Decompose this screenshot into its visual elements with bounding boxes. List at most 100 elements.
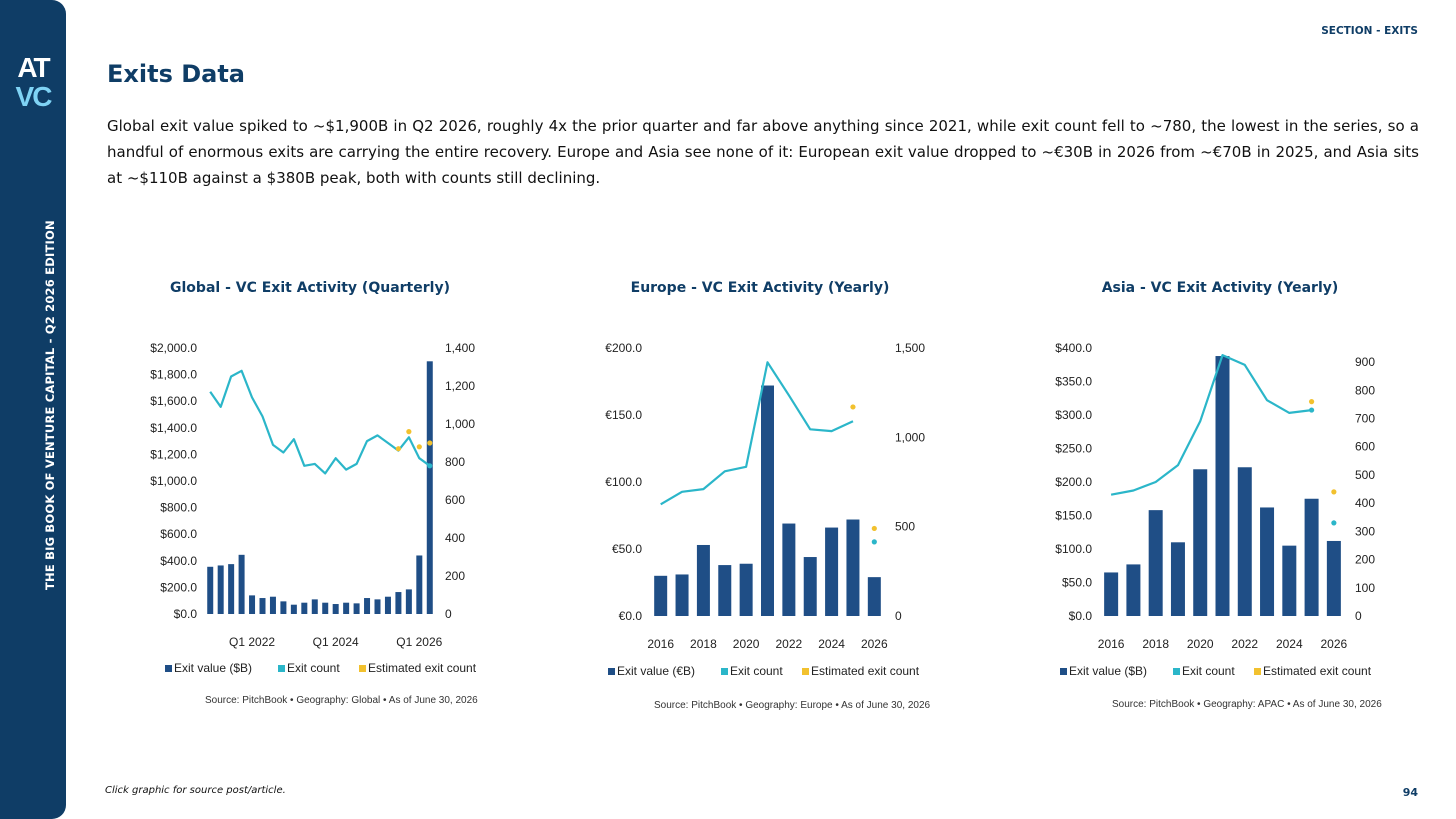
legend-label: Exit count (1182, 664, 1235, 678)
x-axis-tick-label: 2024 (1276, 637, 1303, 651)
left-axis-tick-label: $300.0 (1055, 408, 1092, 422)
exit-value-bar (803, 557, 817, 616)
exit-value-bar (1104, 572, 1119, 616)
exit-count-line (209, 369, 431, 475)
exit-value-bar (311, 599, 318, 614)
sidebar-edition-label: THE BIG BOOK OF VENTURE CAPITAL - Q2 202… (43, 220, 57, 590)
exit-value-bar (675, 574, 689, 616)
left-axis-tick-label: $50.0 (1062, 576, 1092, 590)
exit-value-bar (405, 589, 412, 614)
estimated-exit-count-point (406, 429, 412, 435)
x-axis-tick-label: Q1 2024 (313, 635, 359, 649)
estimated-exit-count-point (871, 525, 877, 532)
chart-title-asia: Asia - VC Exit Activity (Yearly) (1101, 280, 1339, 296)
right-axis-tick-label: 300 (1355, 524, 1375, 538)
exit-value-bar (1237, 467, 1252, 616)
section-label: SECTION - EXITS (1321, 25, 1418, 37)
legend-label: Exit value ($B) (1069, 664, 1147, 678)
right-axis-tick-label: 1,500 (895, 341, 925, 355)
x-axis-tick-label: 2018 (690, 637, 717, 651)
x-axis-tick-label: 2022 (776, 637, 803, 651)
legend-label: Estimated exit count (368, 661, 477, 675)
left-axis-tick-label: €150.0 (605, 408, 642, 422)
chart-asia[interactable]: $0.0 $50.0 $100.0 $150.0 $200.0 $250.0 $300.0 $… (1010, 330, 1430, 720)
right-axis-tick-label: 600 (445, 493, 465, 507)
exit-value-bar (1170, 542, 1185, 616)
legend-label: Exit count (287, 661, 340, 675)
right-axis-tick-label: 800 (445, 455, 465, 469)
right-axis-tick-label: 900 (1355, 355, 1375, 369)
legend-swatch (1254, 668, 1261, 675)
exit-count-line (1110, 354, 1312, 496)
legend-label: Estimated exit count (811, 664, 920, 678)
legend-swatch (278, 665, 285, 672)
exit-value-bar (374, 599, 381, 614)
left-axis-tick-label: €50.0 (612, 542, 642, 556)
exit-value-bar (761, 385, 774, 616)
chart-global[interactable]: $0.0 $200.0 $400.0 $600.0 $800.0 $1,000.0 $1,2… (110, 330, 510, 720)
left-axis-tick-label: $1,000.0 (150, 474, 197, 488)
right-axis-tick-label: 200 (1355, 553, 1375, 567)
exit-value-bar (426, 361, 433, 614)
exit-value-bar (825, 527, 839, 616)
exit-value-bar (1304, 498, 1319, 616)
chart-source-note: Source: PitchBook • Geography: Europe • … (654, 700, 931, 711)
left-axis-tick-label: $1,600.0 (150, 394, 197, 408)
exit-value-bar (1148, 510, 1163, 616)
right-axis-tick-label: 1,000 (895, 430, 925, 444)
exit-value-bar (332, 604, 339, 614)
exit-value-bar (290, 604, 297, 614)
x-axis-tick-label: 2016 (1098, 637, 1125, 651)
atvc-logo-icon[interactable]: AT VC (0, 50, 66, 112)
right-axis-tick-label: 1,200 (445, 379, 475, 393)
right-axis-tick-label: 0 (445, 607, 452, 621)
left-axis-tick-label: $0.0 (174, 607, 198, 621)
exit-value-bar (867, 577, 881, 616)
exit-value-bar (238, 554, 245, 614)
exit-value-bar (269, 596, 276, 614)
left-axis-tick-label: €100.0 (605, 475, 642, 489)
exit-value-bar (384, 596, 391, 614)
estimated-exit-count-point (416, 444, 422, 450)
right-axis-tick-label: 800 (1355, 383, 1375, 397)
x-axis-tick-label: 2022 (1231, 637, 1258, 651)
exit-value-bar (416, 555, 423, 614)
source-footnote-link[interactable]: Click graphic for source post/article. (105, 785, 286, 796)
exit-count-line (660, 361, 854, 506)
exit-value-bar (322, 602, 329, 614)
exit-value-bar (249, 595, 256, 614)
estimated-exit-count-point (395, 446, 402, 452)
x-axis-tick-label: 2024 (818, 637, 845, 651)
right-axis-tick-label: 700 (1355, 412, 1375, 426)
logo-top-text: AT (17, 52, 50, 83)
exit-value-bar (280, 601, 287, 614)
estimated-exit-count-point (850, 404, 856, 410)
estimated-exit-count-point (1308, 399, 1315, 405)
exit-value-bar (782, 523, 796, 616)
exit-value-bar (1326, 540, 1341, 616)
left-axis-tick-label: $1,400.0 (150, 421, 197, 435)
exit-value-bar (395, 592, 402, 614)
exit-value-bar (718, 565, 732, 616)
exit-value-bar (301, 602, 308, 614)
right-axis-tick-label: 0 (1355, 609, 1362, 623)
exit-value-bar (259, 598, 266, 614)
left-axis-tick-label: $350.0 (1055, 375, 1092, 389)
page-description: Global exit value spiked to ~$1,900B in … (107, 117, 1419, 187)
left-axis-tick-label: $0.0 (1069, 609, 1093, 623)
x-axis-tick-label: 2026 (861, 637, 888, 651)
x-axis-tick-label: 2020 (733, 637, 760, 651)
legend-label: Estimated exit count (1263, 664, 1372, 678)
chart-title-europe: Europe - VC Exit Activity (Yearly) (630, 280, 890, 296)
exit-value-bar (1126, 564, 1141, 616)
exit-value-bar (1282, 545, 1297, 616)
right-axis-tick-label: 0 (895, 609, 902, 623)
x-axis-tick-label: 2018 (1142, 637, 1169, 651)
chart-source-note: Source: PitchBook • Geography: Global • … (205, 695, 478, 706)
x-axis-tick-label: Q1 2026 (396, 635, 442, 649)
chart-europe[interactable]: €0.0 €50.0 €100.0 €150.0 €200.0 0 500 1,000 1,50… (560, 330, 960, 720)
chart-title-global: Global - VC Exit Activity (Quarterly) (170, 280, 450, 296)
exit-value-bar (654, 575, 668, 616)
left-axis-tick-label: $150.0 (1055, 509, 1092, 523)
exit-value-bar (1215, 356, 1230, 616)
